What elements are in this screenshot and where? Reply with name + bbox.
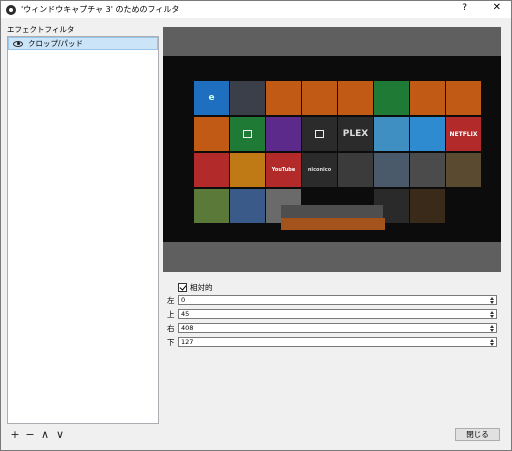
preview-tile	[194, 189, 229, 223]
preview-tile	[266, 81, 301, 115]
crop-bottom-value: 127	[181, 338, 194, 346]
preview-tile	[194, 117, 229, 151]
captured-window-image: e PLEX NETFLIX YouTube niconico	[163, 56, 501, 242]
crop-right-value: 408	[181, 324, 194, 332]
spin-arrows-icon[interactable]	[489, 324, 495, 332]
preview-tile: e	[194, 81, 229, 115]
preview-tile	[230, 153, 265, 187]
window-title: 'ウィンドウキャプチャ 3' のためのフィルタ	[21, 5, 180, 14]
relative-checkbox[interactable]	[178, 283, 187, 292]
preview-tile	[446, 81, 481, 115]
preview-tile	[410, 189, 445, 223]
title-bar: 'ウィンドウキャプチャ 3' のためのフィルタ ? ✕	[1, 1, 511, 18]
crop-bottom-label: 下	[167, 337, 175, 347]
preview-tile	[302, 117, 337, 151]
crop-left-value: 0	[181, 296, 186, 304]
filter-item-label: クロップ/パッド	[28, 39, 84, 48]
filter-list-toolbar: + − ∧ ∨	[9, 429, 66, 441]
preview-tile	[338, 153, 373, 187]
preview-tile	[410, 117, 445, 151]
relative-label: 相対的	[190, 283, 213, 292]
crop-top-value: 45	[181, 310, 190, 318]
preview-tile	[302, 81, 337, 115]
niconico-tile-label: niconico	[307, 167, 332, 173]
crop-right-row: 右 408	[167, 323, 497, 333]
preview-tile	[374, 117, 409, 151]
crop-top-label: 上	[167, 309, 175, 319]
crop-right-label: 右	[167, 323, 175, 333]
plex-tile: PLEX	[338, 117, 373, 151]
move-down-button[interactable]: ∨	[54, 429, 66, 441]
preview-tile	[410, 153, 445, 187]
preview-tile	[374, 81, 409, 115]
preview-tile	[410, 81, 445, 115]
filter-item-crop-pad[interactable]: クロップ/パッド	[8, 37, 158, 50]
plex-tile-label: PLEX	[342, 129, 369, 139]
preview-tile	[194, 153, 229, 187]
spin-arrows-icon[interactable]	[489, 296, 495, 304]
filters-dialog: 'ウィンドウキャプチャ 3' のためのフィルタ ? ✕ エフェクトフィルタ クロ…	[0, 0, 512, 451]
spin-arrows-icon[interactable]	[489, 338, 495, 346]
preview-tile	[230, 189, 265, 223]
crop-top-row: 上 45	[167, 309, 497, 319]
crop-left-spinbox[interactable]: 0	[178, 295, 497, 305]
preview-tile	[266, 117, 301, 151]
crop-bottom-spinbox[interactable]: 127	[178, 337, 497, 347]
obs-app-icon	[6, 4, 16, 15]
spin-arrows-icon[interactable]	[489, 310, 495, 318]
crop-top-spinbox[interactable]: 45	[178, 309, 497, 319]
remove-filter-button[interactable]: −	[24, 429, 36, 441]
preview-tile	[338, 81, 373, 115]
close-window-button[interactable]: ✕	[493, 2, 501, 13]
crop-bottom-row: 下 127	[167, 337, 497, 347]
filter-list[interactable]: クロップ/パッド	[7, 36, 159, 424]
netflix-tile-label: NETFLIX	[449, 130, 478, 138]
preview-notification-action	[281, 218, 385, 230]
eye-icon[interactable]	[13, 40, 23, 47]
youtube-tile: YouTube	[266, 153, 301, 187]
source-preview: e PLEX NETFLIX YouTube niconico	[163, 27, 501, 272]
crop-left-label: 左	[167, 295, 175, 305]
move-up-button[interactable]: ∧	[39, 429, 51, 441]
help-button[interactable]: ?	[462, 3, 467, 13]
netflix-tile: NETFLIX	[446, 117, 481, 151]
crop-right-spinbox[interactable]: 408	[178, 323, 497, 333]
crop-left-row: 左 0	[167, 295, 497, 305]
youtube-tile-label: YouTube	[271, 167, 296, 173]
preview-tile	[230, 117, 265, 151]
close-button[interactable]: 閉じる	[455, 428, 500, 441]
effect-filters-label: エフェクトフィルタ	[7, 25, 75, 34]
preview-tile	[446, 153, 481, 187]
relative-option[interactable]: 相対的	[178, 282, 213, 293]
preview-tile	[230, 81, 265, 115]
add-filter-button[interactable]: +	[9, 429, 21, 441]
preview-notification	[281, 205, 383, 218]
niconico-tile: niconico	[302, 153, 337, 187]
preview-tile	[374, 153, 409, 187]
